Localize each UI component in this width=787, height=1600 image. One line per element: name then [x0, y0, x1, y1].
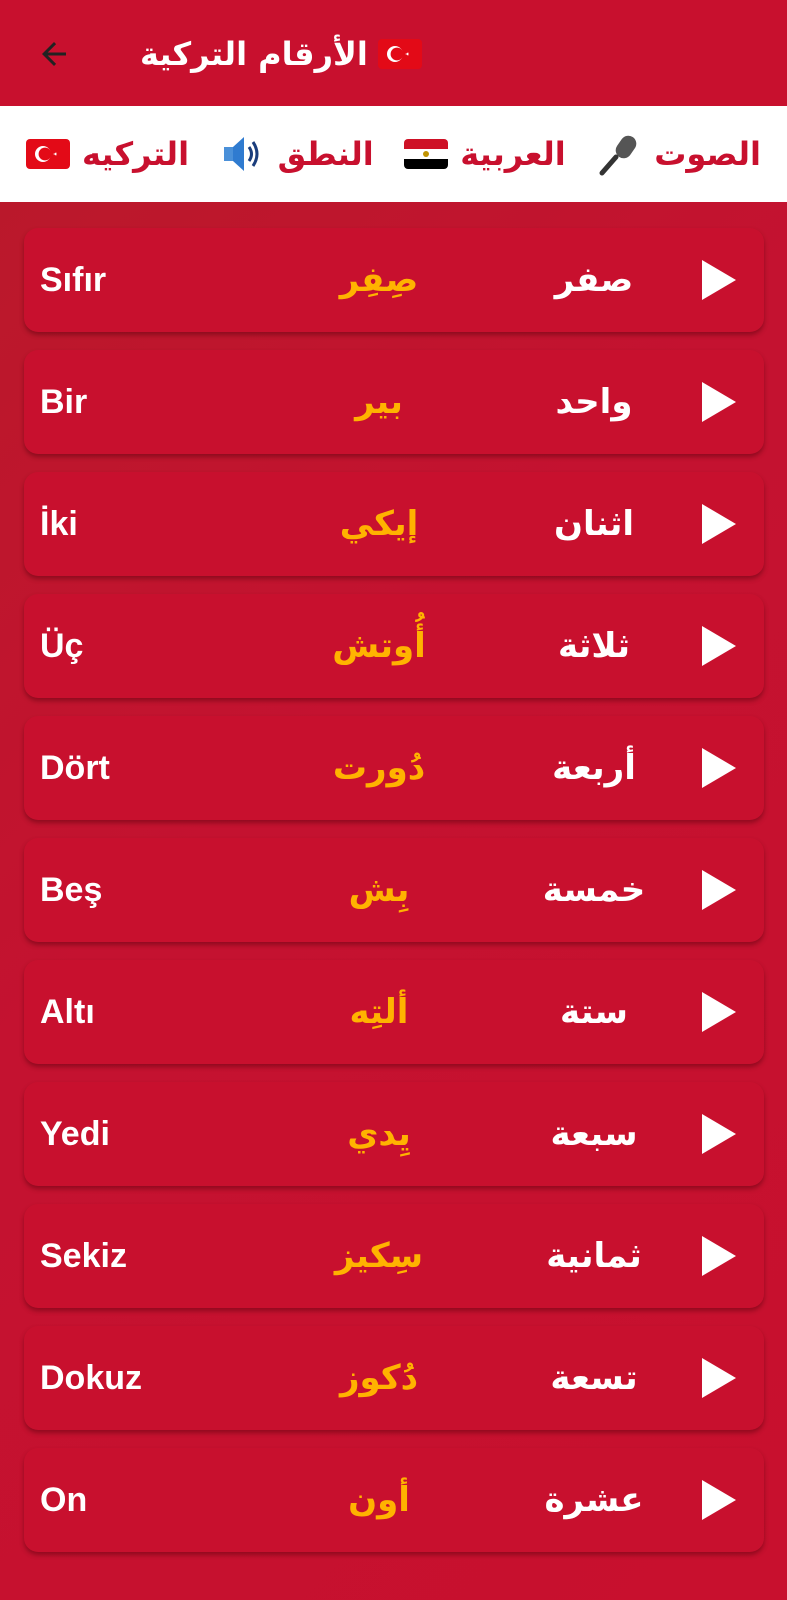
arabic-word: أربعة — [552, 748, 636, 788]
speaker-icon — [220, 131, 266, 177]
arabic-word: خمسة — [542, 870, 646, 910]
arrow-left-icon — [42, 42, 66, 66]
legend-audio: الصوت — [596, 131, 761, 177]
play-icon[interactable] — [696, 624, 740, 668]
egypt-flag-icon — [404, 139, 449, 169]
legend-turkish: التركيه — [26, 135, 189, 173]
turkish-word: Bir — [40, 383, 88, 421]
turkish-word: Beş — [40, 871, 103, 909]
list-item[interactable]: Yedi يِدي سبعة — [24, 1082, 764, 1186]
list-item[interactable]: On أون عشرة — [24, 1448, 764, 1552]
arabic-word: سبعة — [550, 1114, 638, 1154]
play-icon[interactable] — [696, 1234, 740, 1278]
arabic-word: اثنان — [553, 504, 635, 544]
column-legend: الصوت العربية النطق التركيه — [0, 106, 787, 202]
pronunciation-text: دُكوز — [339, 1358, 419, 1398]
turkish-word: Sıfır — [40, 261, 107, 299]
play-icon[interactable] — [696, 1478, 740, 1522]
arabic-word: تسعة — [550, 1358, 638, 1398]
play-icon[interactable] — [696, 380, 740, 424]
turkish-word: İki — [40, 505, 78, 543]
arabic-word: صفر — [554, 260, 634, 300]
turkish-word: Dokuz — [40, 1359, 142, 1397]
play-icon[interactable] — [696, 990, 740, 1034]
back-button[interactable] — [28, 28, 80, 80]
play-icon[interactable] — [696, 258, 740, 302]
turkey-flag-icon — [26, 139, 70, 169]
legend-turkish-label: التركيه — [82, 135, 190, 173]
arabic-word: ثمانية — [546, 1236, 642, 1276]
legend-arabic: العربية — [404, 135, 566, 173]
list-item[interactable]: Dokuz دُكوز تسعة — [24, 1326, 764, 1430]
list-item[interactable]: Bir بير واحد — [24, 350, 764, 454]
play-icon[interactable] — [696, 868, 740, 912]
microphone-icon — [596, 131, 642, 177]
arabic-word: ستة — [560, 992, 628, 1032]
list-item[interactable]: İki إيكي اثنان — [24, 472, 764, 576]
pronunciation-text: بير — [355, 382, 403, 422]
play-icon[interactable] — [696, 502, 740, 546]
pronunciation-text: إيكي — [339, 504, 419, 544]
list-item[interactable]: Sıfır صِفِر صفر — [24, 228, 764, 332]
play-icon[interactable] — [696, 1112, 740, 1156]
list-item[interactable]: Beş بِش خمسة — [24, 838, 764, 942]
pronunciation-text: أون — [348, 1480, 410, 1520]
pronunciation-text: ألتِه — [349, 992, 409, 1032]
arabic-word: عشرة — [544, 1480, 644, 1520]
app-bar: الأرقام التركية — [0, 0, 787, 106]
turkish-word: Altı — [40, 993, 95, 1031]
page-title: الأرقام التركية — [140, 26, 422, 82]
legend-pronunciation: النطق — [220, 131, 374, 177]
legend-arabic-label: العربية — [460, 135, 566, 173]
arabic-word: ثلاثة — [558, 626, 630, 666]
page-title-text: الأرقام التركية — [140, 35, 368, 73]
turkish-word: On — [40, 1481, 88, 1519]
pronunciation-text: دُورت — [332, 748, 426, 788]
legend-pronunciation-label: النطق — [277, 135, 374, 173]
pronunciation-text: صِفِر — [339, 260, 419, 300]
pronunciation-text: بِش — [348, 870, 410, 910]
pronunciation-text: سِكيز — [334, 1236, 424, 1276]
list-item[interactable]: Sekiz سِكيز ثمانية — [24, 1204, 764, 1308]
legend-audio-label: الصوت — [654, 135, 761, 173]
pronunciation-text: أُوتش — [332, 626, 426, 666]
turkish-word: Üç — [40, 627, 84, 665]
list-item[interactable]: Altı ألتِه ستة — [24, 960, 764, 1064]
turkish-word: Yedi — [40, 1115, 110, 1153]
list-item[interactable]: Dört دُورت أربعة — [24, 716, 764, 820]
play-icon[interactable] — [696, 1356, 740, 1400]
turkish-word: Sekiz — [40, 1237, 127, 1275]
turkish-word: Dört — [40, 749, 110, 787]
arabic-word: واحد — [555, 382, 633, 422]
pronunciation-text: يِدي — [347, 1114, 411, 1154]
list-item[interactable]: Üç أُوتش ثلاثة — [24, 594, 764, 698]
turkey-flag-icon — [377, 39, 422, 69]
play-icon[interactable] — [696, 746, 740, 790]
